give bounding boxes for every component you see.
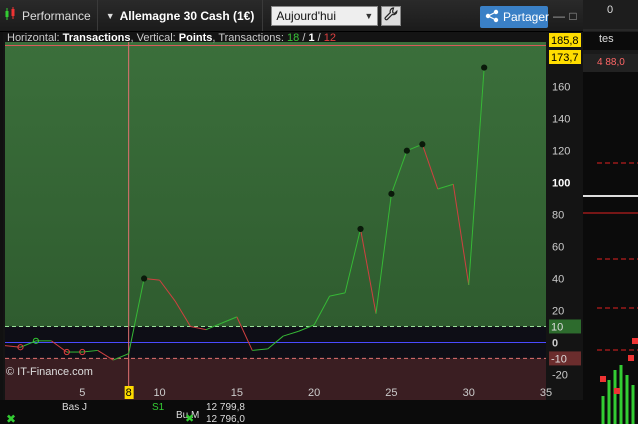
header-prefix-h: Horizontal: bbox=[7, 32, 63, 44]
y-tick-label: 160 bbox=[552, 82, 570, 94]
bg-text: 12 796,0 bbox=[206, 414, 245, 424]
header-transactions-total: 18 bbox=[287, 32, 300, 44]
header-transactions-negative: 12 bbox=[323, 32, 336, 44]
value-badge-label: -10 bbox=[551, 353, 567, 365]
header-prefix-v: , Vertical: bbox=[130, 32, 179, 44]
data-point bbox=[403, 147, 410, 154]
bg-text: S1 bbox=[152, 402, 165, 413]
data-point bbox=[481, 64, 488, 71]
bg-text: 4 88,0 bbox=[597, 57, 625, 68]
wrench-icon bbox=[384, 7, 398, 24]
y-tick-label: -20 bbox=[552, 369, 568, 381]
share-label: Partager bbox=[503, 10, 550, 24]
value-badge-label: 185,8 bbox=[551, 35, 579, 47]
header-horizontal-value: Transactions bbox=[62, 32, 131, 44]
chevron-down-icon: ▼ bbox=[105, 10, 115, 21]
bg-text: 12 799,8 bbox=[206, 402, 245, 413]
bg-text: 0 bbox=[607, 4, 614, 16]
value-badge-label: 173,7 bbox=[551, 52, 579, 64]
x-tick-label: 15 bbox=[231, 387, 243, 399]
y-tick-label: 80 bbox=[552, 210, 564, 222]
maximize-icon[interactable]: □ bbox=[567, 9, 579, 23]
data-point bbox=[141, 275, 148, 282]
share-icon bbox=[485, 9, 503, 26]
data-point bbox=[357, 225, 364, 233]
cross-icon: ✖ bbox=[185, 413, 195, 424]
y-tick-label: 100 bbox=[552, 178, 570, 190]
background-window-bottom: ✖ Bas J S1 Bu M 12 799,8 12 796,0 ✖ bbox=[0, 400, 583, 424]
x-tick-label: 30 bbox=[463, 387, 475, 399]
chevron-down-icon: ▼ bbox=[364, 10, 374, 21]
performance-tab[interactable]: Performance bbox=[0, 0, 98, 31]
share-button[interactable]: Partager bbox=[480, 6, 550, 28]
value-badge-label: 10 bbox=[551, 321, 563, 333]
x-highlight-label: 8 bbox=[126, 387, 132, 399]
x-tick-label: 10 bbox=[153, 387, 165, 399]
chart-canvas[interactable]: -20 0 20 40 60 80 100 120 140 160 5 10 15 20 25 30 35 8 18… bbox=[3, 32, 583, 400]
header-sep: / bbox=[314, 32, 324, 44]
header-vertical-value: Points bbox=[178, 32, 213, 44]
x-tick-label: 5 bbox=[79, 387, 85, 399]
x-tick-label: 25 bbox=[385, 387, 397, 399]
y-tick-label: 140 bbox=[552, 114, 570, 126]
chart-header: Horizontal: Transactions, Vertical: Poin… bbox=[7, 32, 336, 44]
instrument-selector[interactable]: ▼ Allemagne 30 Cash (1€) bbox=[98, 0, 264, 31]
cross-icon: ✖ bbox=[6, 412, 17, 424]
candlestick-icon bbox=[4, 7, 17, 24]
data-point bbox=[419, 141, 426, 148]
minimize-icon[interactable]: — bbox=[553, 9, 565, 23]
settings-button[interactable] bbox=[381, 5, 402, 26]
bg-text: tes bbox=[599, 33, 614, 45]
performance-label: Performance bbox=[22, 8, 91, 23]
data-point bbox=[388, 190, 395, 197]
y-tick-label: 0 bbox=[552, 337, 558, 349]
x-tick-label: 35 bbox=[540, 387, 552, 399]
bg-text: Bas J bbox=[62, 402, 88, 413]
instrument-label: Allemagne 30 Cash (1€) bbox=[119, 8, 255, 23]
positive-zone bbox=[5, 42, 546, 327]
y-tick-label: 60 bbox=[552, 242, 564, 254]
period-select[interactable]: Aujourd'hui ▼ bbox=[271, 5, 379, 26]
header-prefix-t: , Transactions: bbox=[212, 32, 288, 44]
y-tick-label: 20 bbox=[552, 305, 564, 317]
performance-chart[interactable]: -20 0 20 40 60 80 100 120 140 160 5 10 15 20 25 30 35 8 18… bbox=[3, 32, 583, 400]
y-tick-label: 120 bbox=[552, 146, 570, 158]
y-tick-label: 40 bbox=[552, 274, 564, 286]
x-tick-label: 20 bbox=[308, 387, 320, 399]
watermark: © IT-Finance.com bbox=[6, 366, 93, 378]
background-window-right: 0 tes 4 88,0 bbox=[583, 0, 638, 424]
period-value: Aujourd'hui bbox=[276, 8, 337, 23]
